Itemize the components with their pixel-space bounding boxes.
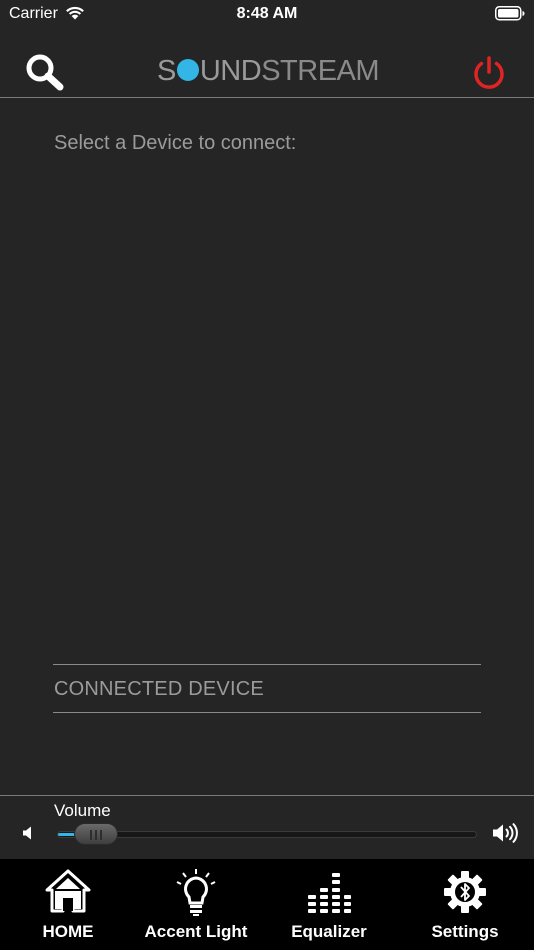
tab-settings-label: Settings (431, 922, 499, 941)
search-icon (26, 54, 64, 91)
volume-divider (0, 795, 534, 796)
connected-device-label: CONNECTED DEVICE (54, 678, 264, 700)
lightbulb-icon (176, 869, 216, 916)
app-logo: S UNDSTREAM (157, 55, 380, 88)
tab-settings[interactable]: Settings (400, 859, 530, 950)
device-list[interactable] (54, 170, 480, 650)
logo-prefix: S (157, 55, 176, 87)
power-button[interactable] (470, 54, 508, 92)
volume-high-icon[interactable] (492, 823, 520, 848)
tab-bar: HOME Accent Light Equalizer Settings (0, 859, 534, 950)
bluetooth-settings-icon (444, 871, 486, 913)
battery-icon (495, 6, 525, 26)
logo-light: STREAM (261, 55, 380, 87)
device-select-prompt: Select a Device to connect: (54, 132, 297, 154)
connected-divider-bottom (53, 712, 481, 713)
power-icon (474, 56, 504, 89)
logo-dot-icon (176, 59, 199, 81)
thumb-grip (94, 830, 97, 840)
home-icon (45, 869, 91, 913)
tab-equalizer-label: Equalizer (291, 922, 367, 941)
tab-accent-light[interactable]: Accent Light (131, 859, 261, 950)
tab-equalizer[interactable]: Equalizer (264, 859, 394, 950)
thumb-grip (89, 830, 92, 840)
status-time: 8:48 AM (236, 5, 298, 22)
thumb-grip (99, 830, 102, 840)
volume-slider-track[interactable] (57, 831, 477, 838)
connected-divider-top (53, 664, 481, 665)
volume-low-icon[interactable] (22, 826, 34, 845)
volume-label: Volume (54, 801, 111, 820)
nav-divider (0, 97, 534, 98)
tab-accent-light-label: Accent Light (144, 922, 248, 941)
equalizer-icon (308, 873, 351, 913)
nav-bar: S UNDSTREAM (0, 40, 534, 97)
search-button[interactable] (24, 53, 68, 93)
status-bar: Carrier 8:48 AM (0, 0, 534, 30)
logo-strong: UND (199, 55, 262, 87)
tab-home[interactable]: HOME (3, 859, 133, 950)
volume-slider-thumb[interactable] (73, 823, 118, 845)
tab-home-label: HOME (42, 922, 94, 941)
